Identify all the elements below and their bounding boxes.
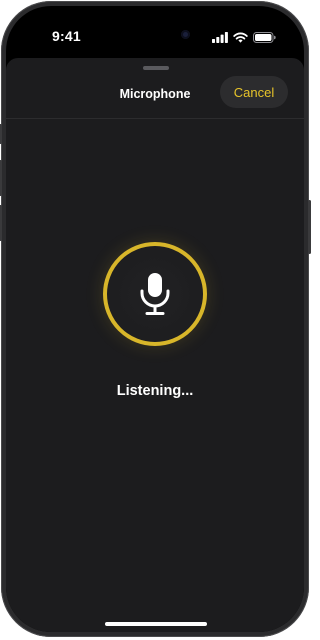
microphone-sheet: Microphone Cancel Listening... <box>6 58 304 632</box>
dynamic-island <box>110 21 200 48</box>
sheet-header: Microphone Cancel <box>6 58 304 119</box>
wifi-icon <box>233 32 248 43</box>
phone-device: 9:41 Microphone Cancel Listening... <box>0 0 312 640</box>
side-button <box>308 200 311 254</box>
status-icons <box>212 31 276 43</box>
battery-icon <box>253 31 276 43</box>
front-camera-icon <box>181 30 190 39</box>
cancel-button[interactable]: Cancel <box>220 76 288 108</box>
listening-status: Listening... <box>116 383 194 399</box>
status-time: 9:41 <box>52 28 81 44</box>
home-indicator[interactable] <box>105 622 207 626</box>
cellular-signal-icon <box>212 31 228 43</box>
microphone-icon <box>140 273 170 315</box>
microphone-button[interactable] <box>103 242 207 346</box>
action-button <box>0 124 2 144</box>
phone-screen: 9:41 Microphone Cancel Listening... <box>6 6 304 632</box>
status-bar: 9:41 <box>6 6 304 60</box>
volume-up-button <box>0 160 2 196</box>
volume-down-button <box>0 205 2 241</box>
